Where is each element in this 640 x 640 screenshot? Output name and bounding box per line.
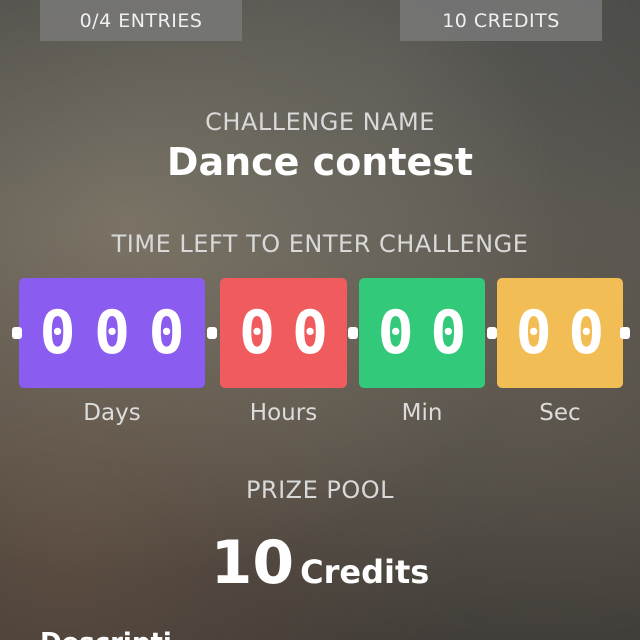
prize-amount-unit: Credits [300, 553, 430, 591]
seconds-digit: 0 [564, 303, 608, 363]
description-heading: Descripti [40, 628, 172, 640]
prize-amount-value: 10 [210, 528, 295, 598]
flip-hinge [207, 327, 217, 339]
days-digit: 0 [36, 303, 80, 363]
minutes-counter: 0 0 [359, 278, 485, 388]
days-label: Days [83, 400, 141, 426]
hours-digit: 0 [288, 303, 332, 363]
credits-label: 10 CREDITS [442, 9, 560, 32]
seconds-label: Sec [539, 400, 581, 426]
flip-hinge [620, 327, 630, 339]
prize-pool-label: PRIZE POOL [245, 476, 395, 504]
hours-counter: 0 0 [220, 278, 347, 388]
credits-badge: 10 CREDITS [400, 0, 602, 41]
entries-badge: 0/4 ENTRIES [40, 0, 242, 41]
entries-label: 0/4 ENTRIES [79, 9, 203, 32]
days-digit: 0 [90, 303, 134, 363]
flip-hinge [12, 327, 22, 339]
hours-label: Hours [249, 400, 318, 426]
prize-pool-amount: 10 Credits [0, 528, 640, 598]
minutes-label: Min [401, 400, 443, 426]
days-counter: 0 0 0 [19, 278, 205, 388]
challenge-name-label: CHALLENGE NAME [205, 108, 435, 136]
hours-digit: 0 [235, 303, 279, 363]
flip-hinge [348, 327, 358, 339]
seconds-counter: 0 0 [497, 278, 623, 388]
minutes-digit: 0 [374, 303, 418, 363]
minutes-digit: 0 [426, 303, 470, 363]
time-left-label: TIME LEFT TO ENTER CHALLENGE [111, 230, 529, 258]
countdown-timer: 0 0 0 0 0 0 0 0 0 [0, 278, 640, 388]
days-digit: 0 [145, 303, 189, 363]
challenge-name: Dance contest [166, 140, 474, 184]
flip-split-line [19, 329, 623, 332]
seconds-digit: 0 [512, 303, 556, 363]
flip-hinge [487, 327, 497, 339]
